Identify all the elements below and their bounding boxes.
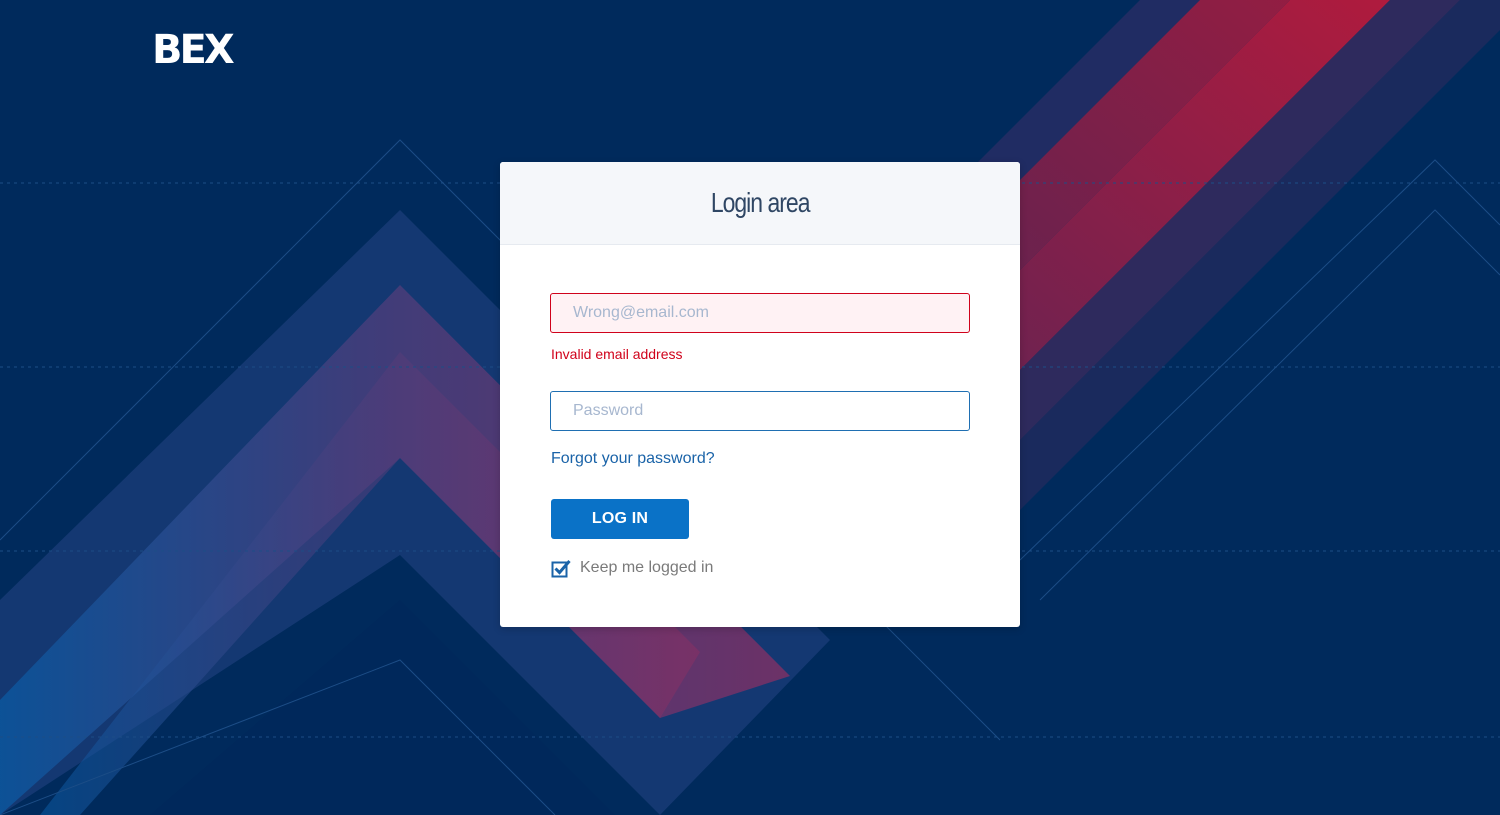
login-button[interactable]: LOG IN	[551, 499, 689, 539]
login-title: Login area	[710, 187, 811, 218]
brand-logo: BEX	[152, 27, 235, 73]
checkbox-checked-icon[interactable]	[551, 558, 571, 578]
forgot-password-link[interactable]: Forgot your password?	[551, 450, 715, 468]
keep-logged-in-label: Keep me logged in	[580, 559, 714, 576]
email-error-message: Invalid email address	[551, 346, 683, 362]
login-card: Login area Invalid email address Forgot …	[500, 162, 1020, 627]
login-card-header: Login area	[500, 162, 1020, 245]
email-input[interactable]	[550, 293, 970, 333]
keep-logged-in-option[interactable]: Keep me logged in	[551, 558, 713, 578]
password-input[interactable]	[550, 391, 970, 431]
